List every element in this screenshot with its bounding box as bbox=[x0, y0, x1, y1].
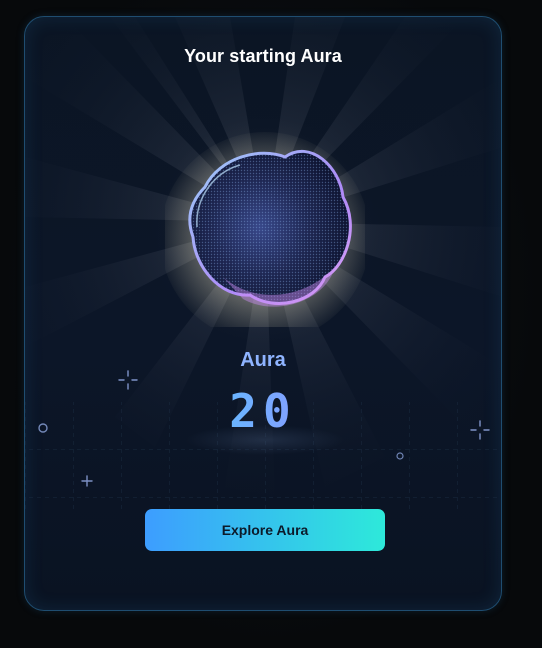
aura-card: Your starting Aura Aura 20 Explore Aura bbox=[24, 16, 502, 611]
sparkle-icon bbox=[118, 370, 138, 390]
plus-icon bbox=[81, 475, 93, 487]
explore-aura-button[interactable]: Explore Aura bbox=[145, 509, 385, 551]
app-background: Your starting Aura Aura 20 Explore Aura bbox=[0, 0, 542, 648]
aura-orb bbox=[165, 132, 365, 327]
aura-value: 20 bbox=[25, 384, 501, 438]
aura-label: Aura bbox=[240, 349, 286, 371]
dot-ring-icon bbox=[396, 452, 404, 460]
card-title: Your starting Aura bbox=[184, 46, 342, 66]
sparkle-icon bbox=[470, 420, 490, 440]
ring-icon bbox=[38, 423, 48, 433]
